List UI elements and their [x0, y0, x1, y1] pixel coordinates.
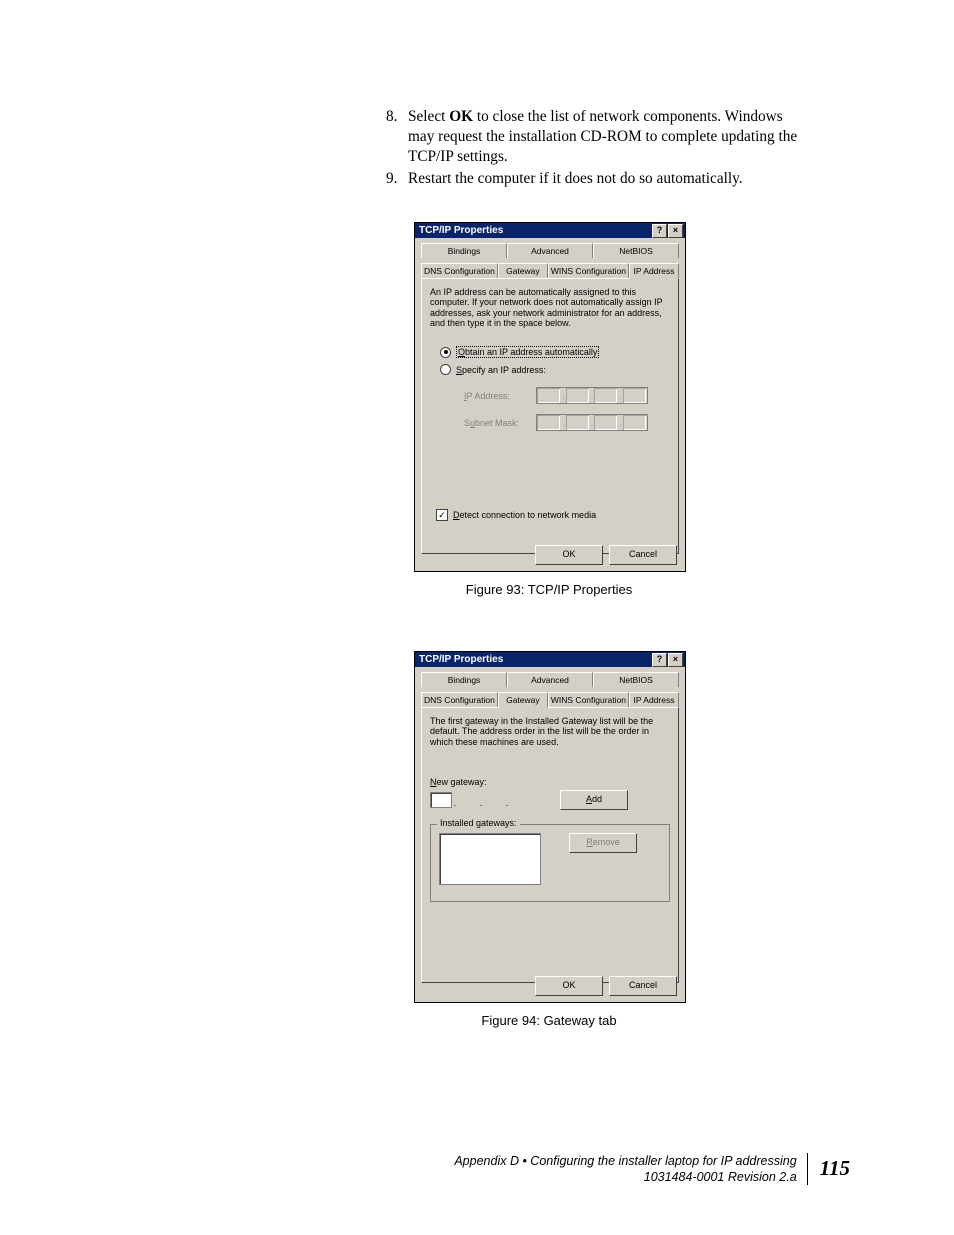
ok-bold: OK — [449, 108, 473, 125]
titlebar[interactable]: TCP/IP Properties ? × — [415, 652, 685, 667]
panel-description: An IP address can be automatically assig… — [430, 287, 670, 328]
tab-ip-address[interactable]: IP Address — [629, 692, 679, 707]
tab-advanced[interactable]: Advanced — [507, 243, 593, 258]
subnet-mask-label: Subnet Mask: — [464, 418, 526, 428]
tab-ip-address[interactable]: IP Address — [629, 263, 679, 279]
instruction-9: 9. Restart the computer if it does not d… — [386, 169, 806, 189]
radio-specify[interactable]: Specify an IP address: — [440, 364, 670, 375]
tab-wins[interactable]: WINS Configuration — [548, 692, 629, 707]
tab-bindings[interactable]: Bindings — [421, 243, 507, 258]
dialog-title: TCP/IP Properties — [419, 654, 503, 665]
list-number: 9. — [386, 169, 397, 189]
remove-button: Remove — [569, 833, 637, 853]
checkbox-icon[interactable]: ✓ — [436, 509, 448, 521]
tab-wins[interactable]: WINS Configuration — [548, 263, 629, 278]
new-gateway-input[interactable]: . . . — [430, 792, 530, 808]
subnet-mask-row: Subnet Mask: . . . — [464, 414, 670, 431]
figure-94-caption: Figure 94: Gateway tab — [414, 1013, 684, 1028]
radio-icon[interactable] — [440, 347, 451, 358]
ip-address-input: . . . — [536, 387, 648, 404]
tab-row-1: Bindings Advanced NetBIOS — [421, 672, 679, 687]
instruction-8: 8. Select OK to close the list of networ… — [386, 107, 806, 167]
footer-revision: 1031484-0001 Revision 2.a — [454, 1169, 796, 1185]
radio-obtain-auto[interactable]: Obtain an IP address automatically — [440, 346, 670, 358]
tab-advanced[interactable]: Advanced — [507, 672, 593, 687]
help-icon[interactable]: ? — [652, 653, 667, 667]
checkbox-label: Detect connection to network media — [453, 510, 596, 520]
ok-button[interactable]: OK — [535, 976, 603, 996]
ip-address-row: IP Address: . . . — [464, 387, 670, 404]
cancel-button[interactable]: Cancel — [609, 545, 677, 565]
tcpip-properties-dialog-ip: TCP/IP Properties ? × Bindings Advanced … — [414, 222, 686, 572]
new-gateway-label: New gateway: — [430, 777, 670, 787]
tab-bindings[interactable]: Bindings — [421, 672, 507, 687]
radio-label: Specify an IP address: — [456, 365, 546, 375]
text: Restart the computer if it does not do s… — [408, 170, 743, 187]
gateway-panel: The first gateway in the Installed Gatew… — [421, 707, 679, 983]
help-icon[interactable]: ? — [652, 224, 667, 238]
page-number: 115 — [808, 1156, 850, 1181]
titlebar[interactable]: TCP/IP Properties ? × — [415, 223, 685, 238]
tab-gateway[interactable]: Gateway — [498, 263, 548, 278]
tab-netbios[interactable]: NetBIOS — [593, 672, 679, 687]
installed-gateways-list[interactable] — [439, 833, 541, 885]
tab-netbios[interactable]: NetBIOS — [593, 243, 679, 258]
ip-address-label: IP Address: — [464, 391, 526, 401]
ip-address-panel: An IP address can be automatically assig… — [421, 278, 679, 554]
text: Select — [408, 108, 449, 125]
radio-label: Obtain an IP address automatically — [456, 346, 599, 358]
subnet-mask-input: . . . — [536, 414, 648, 431]
ok-button[interactable]: OK — [535, 545, 603, 565]
detect-connection-checkbox[interactable]: ✓ Detect connection to network media — [436, 509, 596, 521]
tab-dns[interactable]: DNS Configuration — [421, 263, 498, 278]
footer-appendix: Appendix D • Configuring the installer l… — [454, 1153, 796, 1169]
panel-description: The first gateway in the Installed Gatew… — [430, 716, 670, 747]
installed-gateways-label: Installed gateways: — [437, 818, 520, 828]
cancel-button[interactable]: Cancel — [609, 976, 677, 996]
tcpip-properties-dialog-gateway: TCP/IP Properties ? × Bindings Advanced … — [414, 651, 686, 1003]
tab-row-2: DNS Configuration Gateway WINS Configura… — [421, 263, 679, 278]
radio-icon[interactable] — [440, 364, 451, 375]
add-button[interactable]: Add — [560, 790, 628, 810]
tab-row-2: DNS Configuration Gateway WINS Configura… — [421, 692, 679, 707]
installed-gateways-group: Installed gateways: Remove — [430, 824, 670, 902]
close-icon[interactable]: × — [668, 224, 683, 238]
close-icon[interactable]: × — [668, 653, 683, 667]
tab-gateway[interactable]: Gateway — [498, 692, 548, 708]
instruction-list: 8. Select OK to close the list of networ… — [386, 107, 806, 191]
list-number: 8. — [386, 107, 397, 127]
page-footer: Appendix D • Configuring the installer l… — [454, 1153, 850, 1186]
tab-dns[interactable]: DNS Configuration — [421, 692, 498, 707]
dialog-title: TCP/IP Properties — [419, 225, 503, 236]
figure-93-caption: Figure 93: TCP/IP Properties — [414, 582, 684, 597]
tab-row-1: Bindings Advanced NetBIOS — [421, 243, 679, 258]
